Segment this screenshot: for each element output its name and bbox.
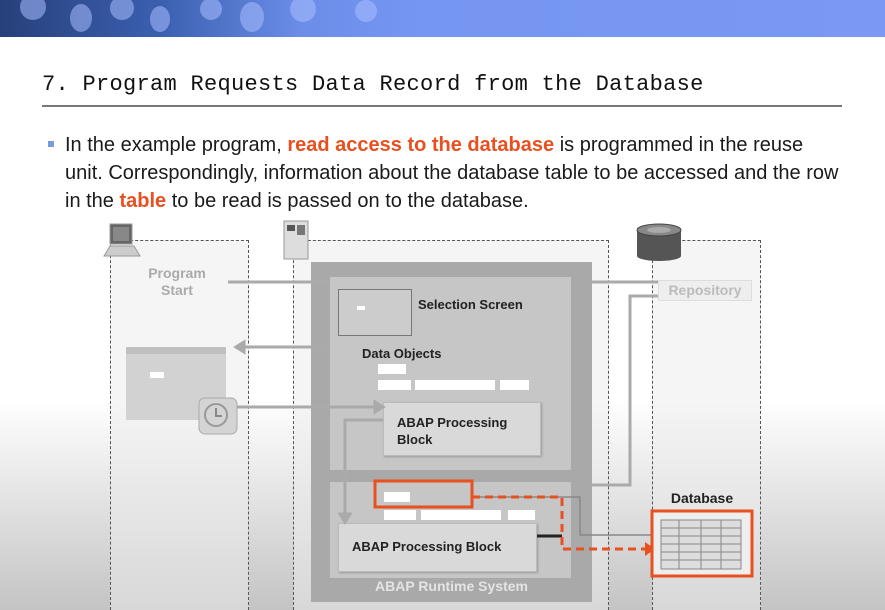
diagram-connectors bbox=[228, 280, 754, 578]
highlighted-data-object bbox=[373, 479, 474, 509]
table-grid-icon bbox=[660, 519, 742, 570]
